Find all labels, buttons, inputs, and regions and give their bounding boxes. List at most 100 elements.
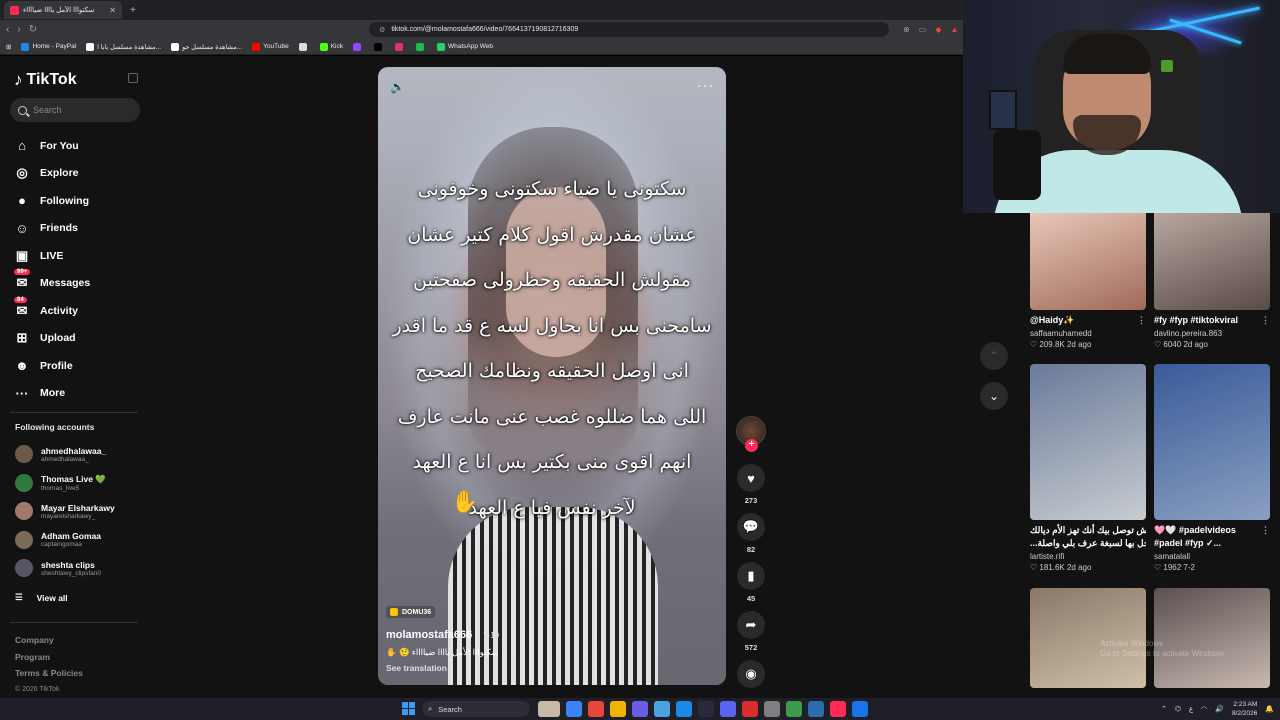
sidebar-item-activity[interactable]: ✉ 84 Activity [14,296,144,325]
forward-icon[interactable]: › [17,24,20,35]
back-icon[interactable]: ‹ [6,24,9,35]
previous-video-button[interactable]: ⌃ [980,342,1008,370]
following-account[interactable]: Adham Gomaa captaingomaa [15,526,145,555]
bookmark-item[interactable] [298,42,310,51]
more-options-icon[interactable]: ⋮ [1261,314,1270,326]
video-card[interactable] [1030,588,1146,688]
taskbar-app-icon[interactable] [742,701,758,717]
wifi-icon[interactable]: ◠ [1201,705,1207,713]
taskbar-app-icon[interactable] [632,701,648,717]
sidebar-item-messages[interactable]: ✉ 99+ Messages [14,269,144,298]
bookmark-item[interactable]: Kick [319,42,343,51]
video-thumbnail[interactable] [1030,588,1146,688]
music-disc[interactable]: ◉ [737,660,765,688]
clock[interactable]: 2:23 AM 8/2/2026 [1232,700,1257,718]
volume-tray-icon[interactable]: 🔊 [1215,705,1224,713]
sidebar-item-profile[interactable]: ☻ Profile [14,352,144,380]
cast-icon[interactable]: ▭ [919,25,927,34]
sound-tag[interactable]: DOMU36 [386,606,436,618]
taskbar-app-icon[interactable] [764,701,780,717]
comment-button[interactable]: 💬 82 [737,513,765,554]
taskbar-app-icon[interactable] [808,701,824,717]
notifications-icon[interactable]: 🔔 [1265,705,1274,713]
browser-tab[interactable]: سكتوااا الأمل ياااا ضيااااء ✕ [4,1,122,19]
view-all-button[interactable]: ☰ View all [15,592,68,603]
taskbar-app-icon[interactable] [538,701,560,717]
following-account[interactable]: ahmedhalawaa_ ahmedhalawaa_ [15,440,145,469]
bookmark-item[interactable]: مشاهدة مسلسل بابا ا... [86,42,161,51]
see-translation-link[interactable]: See translation [386,663,706,673]
footer-link-terms[interactable]: Terms & Policies [15,665,83,682]
taskbar-app-icon[interactable] [852,701,868,717]
bookmark-item[interactable] [352,42,364,51]
taskbar-app-icon[interactable] [720,701,736,717]
sidebar-item-friends[interactable]: ☺ Friends [14,215,144,243]
brave-shield-icon[interactable]: ◆ [935,25,941,34]
close-tab-icon[interactable]: ✕ [109,6,116,15]
taskbar-search[interactable]: ⌕ Search [422,701,530,717]
bookmark-item[interactable]: Home - PayPal [21,42,76,51]
video-card[interactable] [1154,588,1270,688]
taskbar-app-icon[interactable] [566,701,582,717]
bookmark-item[interactable] [394,42,406,51]
address-bar[interactable]: ⚙ tiktok.com/@molamostafa666/video/76641… [369,22,890,37]
follow-plus-icon[interactable]: + [745,439,758,452]
rewards-icon[interactable]: ▲ [951,25,959,34]
following-account[interactable]: Mayar Elsharkawy mayarelsharkawy_ [15,497,145,526]
bookmark-item[interactable]: مشاهدة مسلسل جو... [171,42,242,51]
video-card-user[interactable]: davlino.pereira.863 [1154,329,1270,338]
taskbar-app-icon[interactable] [676,701,692,717]
chevron-up-icon[interactable]: ⌃ [1161,705,1167,713]
apps-icon[interactable]: ⊞ [6,43,11,51]
zoom-icon[interactable]: ⊕ [903,25,910,34]
sidebar-item-explore[interactable]: ◎ Explore [14,160,144,188]
taskbar-app-icon[interactable] [610,701,626,717]
footer-link-program[interactable]: Program [15,649,83,666]
video-author[interactable]: molamostafa666 · 7-19 [386,629,706,641]
windows-start-icon[interactable] [402,702,415,715]
taskbar-app-icon[interactable] [786,701,802,717]
bookmark-item[interactable]: YouTube [252,42,289,51]
video-card[interactable]: بش توصل بيك أنك تهز الأم ديالك⋮ ...دخل به… [1030,364,1146,572]
more-options-icon[interactable]: ⋮ [1261,524,1270,536]
new-tab-button[interactable]: + [130,5,136,16]
following-account[interactable]: sheshta clips sheshtawy_clipsfan0 [15,554,145,583]
video-card-user[interactable]: saffaamuhamedd [1030,329,1146,338]
site-info-icon[interactable]: ⚙ [379,26,385,34]
save-button[interactable]: ▮ 45 [737,562,765,603]
taskbar-app-icon[interactable] [654,701,670,717]
video-player[interactable]: 🔈 ··· سكتونى يا ضياء سكتونى وخوفونى عشان … [378,67,726,685]
video-thumbnail[interactable] [1154,588,1270,688]
video-thumbnail[interactable] [1030,212,1146,310]
language-indicator[interactable]: ع [1189,705,1193,713]
like-button[interactable]: ♥ 273 [737,464,765,505]
network-icon[interactable]: ⌬ [1175,705,1181,713]
collapse-sidebar-icon[interactable] [128,73,138,83]
more-options-icon[interactable]: ··· [697,77,714,93]
video-card-user[interactable]: samatalall [1154,552,1270,561]
bookmark-item[interactable] [373,42,385,51]
volume-icon[interactable]: 🔈 [390,80,405,94]
bookmark-item[interactable] [415,42,427,51]
tiktok-logo[interactable]: ♪ TikTok [14,70,77,90]
following-account[interactable]: Thomas Live 💚 thomas_live5 [15,469,145,498]
video-card-user[interactable]: lartiste.rifi [1030,552,1146,561]
sidebar-item-following[interactable]: ● Following [14,187,144,215]
sidebar-item-for-you[interactable]: ⌂ For You [14,132,144,160]
footer-link-company[interactable]: Company [15,632,83,649]
more-options-icon[interactable]: ⋮ [1137,314,1146,326]
share-button[interactable]: ➦ 572 [737,611,765,652]
video-thumbnail[interactable] [1030,364,1146,520]
video-thumbnail[interactable] [1154,364,1270,520]
video-card[interactable]: 🩷🤍 #padelvideos ⋮ #padel #fyp ✓... samatala… [1154,364,1270,572]
taskbar-app-icon[interactable] [830,701,846,717]
taskbar-app-icon[interactable] [698,701,714,717]
sidebar-item-upload[interactable]: ⊞ Upload [14,325,144,353]
next-video-button[interactable]: ⌄ [980,382,1008,410]
sidebar-item-live[interactable]: ▣ LIVE [14,242,144,270]
search-input[interactable]: Search [10,98,140,122]
reload-icon[interactable]: ↻ [29,24,37,35]
taskbar-app-icon[interactable] [588,701,604,717]
video-thumbnail[interactable] [1154,212,1270,310]
sidebar-item-more[interactable]: ··· More [14,380,144,408]
